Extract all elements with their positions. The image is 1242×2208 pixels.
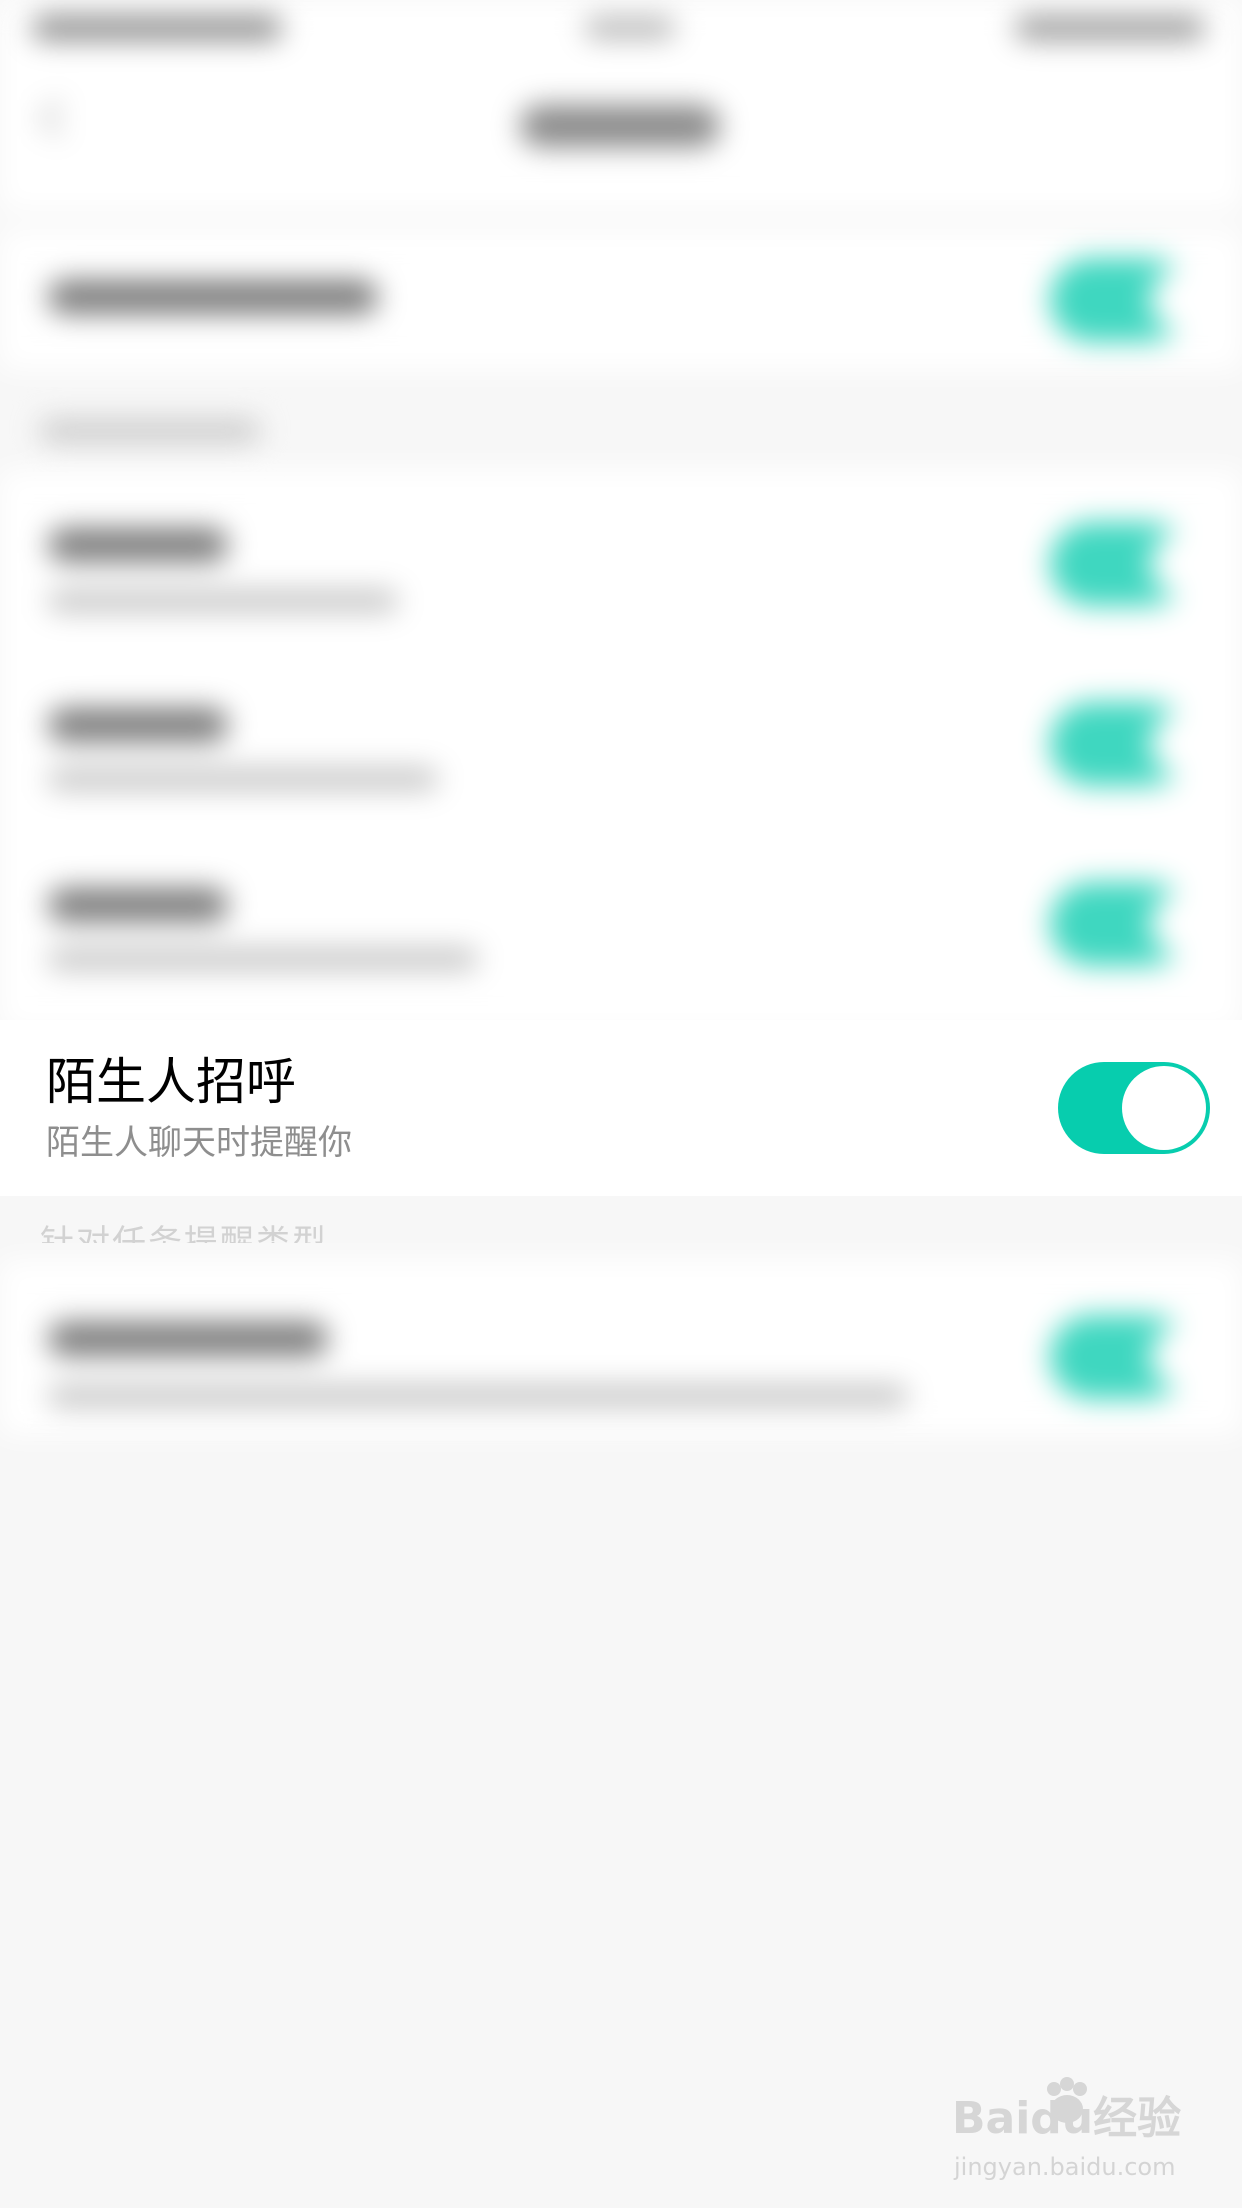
status-right-placeholder [1015,16,1205,40]
row-title-placeholder [48,888,228,922]
row-title-placeholder [48,280,378,314]
watermark: Baidu经验 jingyan.baidu.com [950,2075,1190,2185]
toggle-placeholder [1050,258,1210,342]
toggle-placeholder [1050,1315,1210,1399]
row-subtitle-placeholder [48,948,478,970]
group-label-placeholder [40,420,260,442]
row-title: 陌生人招呼 [46,1053,296,1111]
toggle-knob [1122,1066,1206,1150]
nav-title-placeholder [520,105,720,147]
paw-logo: Baidu经验 [952,2077,1181,2144]
section-label: 针对任务提醒类型 [40,1223,328,1243]
stranger-greeting-row: 陌生人招呼 陌生人聊天时提醒你 [0,1020,1242,1196]
watermark-brand: Baidu经验 [952,2093,1181,2144]
row-subtitle: 陌生人聊天时提醒你 [46,1123,352,1163]
row-title-placeholder [48,708,228,742]
settings-section-2 [0,470,1242,1030]
settings-section-1 [0,230,1242,370]
status-left-placeholder [32,16,282,40]
status-time-placeholder [585,18,675,38]
nav-bar [0,60,1242,210]
status-bar [0,0,1242,60]
settings-section-4 [0,1260,1242,1435]
row-title-placeholder [48,1322,328,1356]
row-title-placeholder [48,528,228,562]
row-subtitle-placeholder [48,590,398,612]
watermark-url: jingyan.baidu.com [954,2153,1176,2181]
row-subtitle-placeholder [48,768,438,790]
stranger-greeting-toggle[interactable] [1058,1062,1210,1154]
toggle-placeholder [1050,882,1210,966]
toggle-placeholder [1050,522,1210,606]
toggle-placeholder [1050,702,1210,786]
row-subtitle-placeholder [48,1385,908,1407]
back-arrow-icon [40,99,78,137]
